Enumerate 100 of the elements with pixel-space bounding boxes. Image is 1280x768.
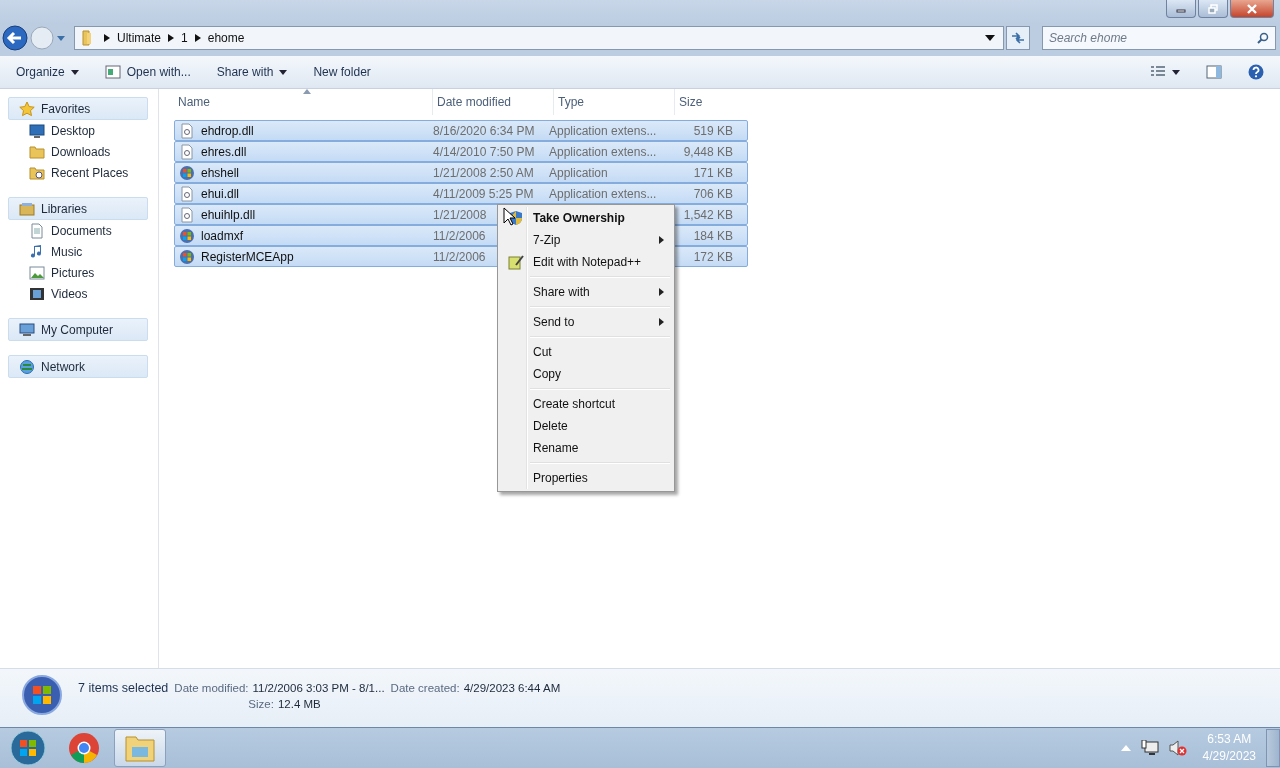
column-header[interactable]: Size — [675, 89, 753, 115]
menu-item[interactable]: Create shortcut — [500, 393, 672, 415]
caret-icon — [70, 69, 79, 75]
sidebar-item[interactable]: Pictures — [8, 262, 158, 283]
file-size: 9,448 KB — [683, 144, 733, 159]
restore-button[interactable] — [1198, 0, 1228, 18]
file-name: ehuihlp.dll — [201, 207, 256, 222]
library-icon — [19, 200, 35, 217]
toolbar-button[interactable]: Open with... — [96, 61, 199, 83]
network-icon[interactable] — [1140, 740, 1159, 756]
breadcrumb[interactable]: ehome — [207, 31, 245, 45]
toolbar-button[interactable]: Organize — [8, 61, 87, 83]
search-field[interactable]: Search ehome — [1042, 26, 1276, 50]
breadcrumb[interactable]: 1 — [181, 31, 188, 45]
field-label: Size: — [248, 698, 274, 710]
sidebar-item[interactable]: Network — [8, 355, 148, 378]
computer-icon — [19, 321, 35, 338]
menu-item[interactable]: Delete — [500, 415, 672, 437]
file-type: Application extens... — [549, 186, 657, 201]
folder-icon — [124, 733, 156, 763]
close-button[interactable] — [1230, 0, 1274, 18]
menu-item[interactable]: Send to — [500, 311, 672, 333]
address-bar[interactable]: Ultimate 1 ehome — [74, 26, 1004, 50]
file-type: Application extens... — [549, 144, 657, 159]
folder-icon — [29, 143, 45, 160]
file-size: 171 KB — [693, 165, 733, 180]
file-name: ehres.dll — [201, 144, 247, 159]
gear-file-icon — [179, 206, 195, 223]
submenu-arrow-icon — [659, 288, 664, 296]
toolbar-button[interactable]: Share with — [208, 61, 296, 83]
submenu-arrow-icon — [659, 318, 664, 326]
menu-item[interactable]: Cut — [500, 341, 672, 363]
sidebar-item[interactable]: Desktop — [8, 120, 158, 141]
file-size: 519 KB — [693, 123, 733, 138]
network-icon — [19, 358, 35, 375]
sidebar-item[interactable]: Music — [8, 241, 158, 262]
monitor-icon — [29, 122, 45, 139]
date-modified: 1/21/2008 2:50 AM — [433, 165, 534, 180]
file-size: 172 KB — [693, 249, 733, 264]
refresh-button[interactable] — [1006, 26, 1030, 50]
file-row[interactable]: ehshell 1/21/2008 2:50 AM Application 171 KB — [174, 162, 748, 183]
refresh-icon — [1011, 32, 1025, 44]
sidebar-item[interactable]: Libraries — [8, 197, 148, 220]
file-name: ehui.dll — [201, 186, 240, 201]
speaker-muted-icon[interactable] — [1168, 740, 1187, 756]
file-size: 1,542 KB — [683, 207, 733, 222]
toolbar-button[interactable]: New folder — [305, 61, 379, 83]
mouse-pointer-icon — [503, 207, 517, 227]
help-icon — [1248, 64, 1264, 80]
date-modified: 8/16/2020 6:34 PM — [433, 123, 535, 138]
file-row[interactable]: ehres.dll 4/14/2010 7:50 PM Application extens... 9,448 KB — [174, 141, 748, 162]
file-row[interactable]: ehdrop.dll 8/16/2020 6:34 PM Application extens... 519 KB — [174, 120, 748, 141]
date-modified: 1/21/2008 — [433, 207, 487, 222]
gear-file-icon — [179, 143, 195, 160]
window-icon — [104, 65, 121, 79]
notepad-icon — [508, 254, 524, 270]
back-button[interactable] — [2, 25, 28, 51]
selection-summary: 7 items selected — [78, 681, 169, 695]
menu-item[interactable]: Copy — [500, 363, 672, 385]
column-header[interactable]: Name — [174, 89, 433, 115]
file-name: RegisterMCEApp — [201, 249, 294, 264]
gear-file-icon — [179, 122, 195, 139]
column-header[interactable]: Date modified — [433, 89, 554, 115]
folder-icon — [29, 164, 45, 181]
field-value: 12.4 MB — [277, 698, 321, 710]
caret-icon[interactable] — [985, 35, 995, 41]
menu-item[interactable]: Properties — [500, 467, 672, 489]
file-name: loadmxf — [201, 228, 244, 243]
browser-icon — [68, 732, 100, 764]
sidebar-item[interactable]: Downloads — [8, 141, 158, 162]
field-label: Date modified: — [174, 682, 249, 694]
minimize-button[interactable] — [1166, 0, 1196, 18]
show-desktop-button[interactable] — [1266, 729, 1280, 767]
sidebar-item[interactable]: My Computer — [8, 318, 148, 341]
taskbar-app-button[interactable] — [114, 729, 166, 767]
chevron-icon — [194, 34, 201, 42]
menu-item[interactable]: Share with — [500, 281, 672, 303]
windows-logo-icon — [22, 675, 62, 715]
file-row[interactable]: ehui.dll 4/11/2009 5:25 PM Application extens... 706 KB — [174, 183, 748, 204]
menu-item[interactable]: Rename — [500, 437, 672, 459]
windows-logo-icon — [179, 227, 195, 244]
sidebar-item[interactable]: Documents — [8, 220, 158, 241]
star-icon — [19, 100, 35, 117]
chevron-icon — [168, 34, 174, 42]
windows-logo-icon — [179, 164, 195, 181]
column-header[interactable]: Type — [554, 89, 675, 115]
search-icon — [1257, 32, 1269, 44]
date-modified: 11/2/2006 — [433, 249, 486, 264]
field-value: 4/29/2023 6:44 AM — [463, 682, 561, 694]
windows-logo-icon — [179, 248, 195, 265]
history-dropdown-icon[interactable] — [56, 34, 66, 42]
chevron-icon — [104, 34, 110, 42]
breadcrumb[interactable]: Ultimate — [117, 31, 161, 45]
pane-icon — [1206, 65, 1222, 79]
sidebar-item[interactable]: Recent Places — [8, 162, 158, 183]
sidebar-item[interactable]: Favorites — [8, 97, 148, 120]
field-value: 11/2/2006 3:03 PM - 8/1... — [252, 682, 385, 694]
list-view-icon — [1150, 66, 1166, 78]
sidebar-item[interactable]: Videos — [8, 283, 158, 304]
file-type: Application — [549, 165, 608, 180]
